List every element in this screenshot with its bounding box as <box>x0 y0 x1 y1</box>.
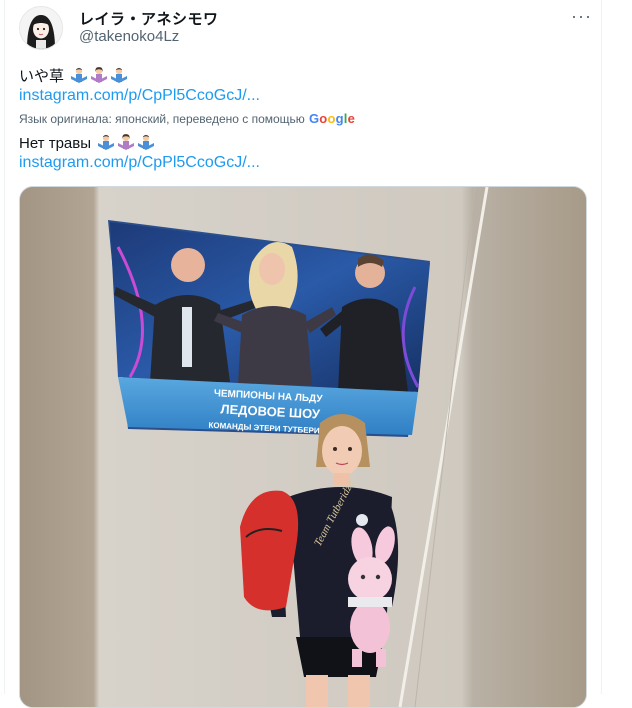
instagram-link[interactable]: instagram.com/p/CpPl5CcoGcJ/... <box>19 87 260 104</box>
display-name[interactable]: レイラ・アネシモワ <box>79 8 219 29</box>
avatar[interactable] <box>19 6 63 50</box>
avatar-illustration <box>20 7 62 49</box>
tweet: レイラ・アネシモワ @takenoko4Lz ··· いや草 instagram… <box>0 0 632 708</box>
more-icon[interactable]: ··· <box>571 6 592 27</box>
user-handle[interactable]: @takenoko4Lz <box>79 28 179 45</box>
google-logo[interactable]: Google <box>309 111 355 126</box>
link-line-original: instagram.com/p/CpPl5CcoGcJ/... <box>19 86 260 106</box>
photo-illustration: ЧЕМПИОНЫ НА ЛЬДУ ЛЕДОВОЕ ШОУ КОМАНДЫ ЭТЕ… <box>20 187 586 707</box>
link-line-translated: instagram.com/p/CpPl5CcoGcJ/... <box>19 153 260 173</box>
original-text: いや草 <box>19 68 65 85</box>
translated-text: Нет травы <box>19 135 92 152</box>
translation-note-line: Язык оригинала: японский, переведено с п… <box>19 109 355 129</box>
tweet-photo[interactable]: ЧЕМПИОНЫ НА ЛЬДУ ЛЕДОВОЕ ШОУ КОМАНДЫ ЭТЕ… <box>19 186 587 708</box>
translation-note: Язык оригинала: японский, переведено с п… <box>19 112 305 126</box>
instagram-link[interactable]: instagram.com/p/CpPl5CcoGcJ/... <box>19 154 260 171</box>
